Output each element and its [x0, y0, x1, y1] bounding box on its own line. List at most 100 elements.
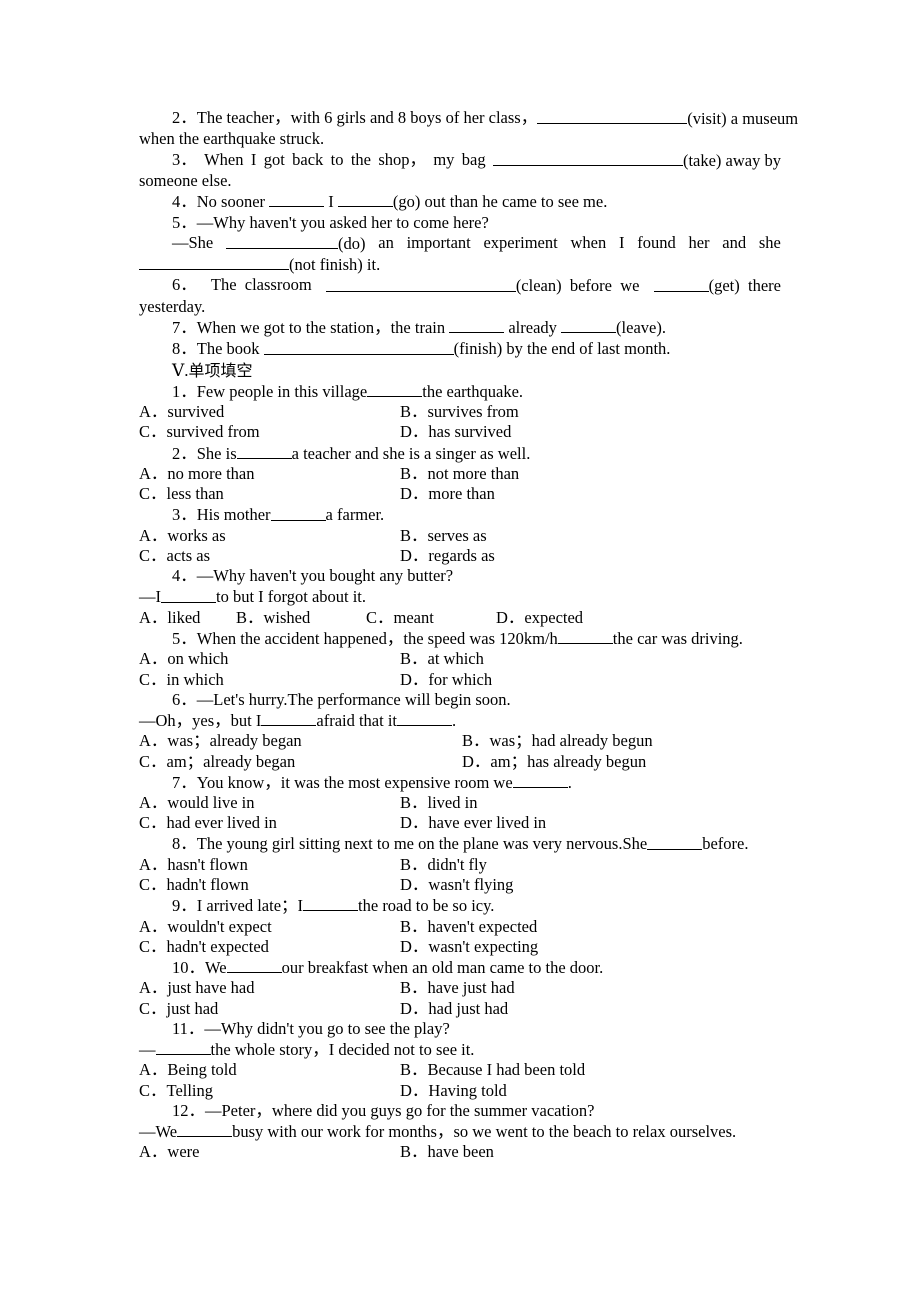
- mc-4-blank[interactable]: [161, 586, 216, 603]
- mc-11-option-b[interactable]: B．Because I had been told: [400, 1060, 585, 1080]
- fill-item-4-blank-2[interactable]: [337, 191, 393, 208]
- mc-10-option-c[interactable]: C．just had: [139, 999, 400, 1019]
- mc-3-option-c[interactable]: C．acts as: [139, 546, 400, 566]
- mc-6-dialog-q: —Let's hurry.The performance will begin …: [196, 689, 511, 709]
- mc-6-option-a[interactable]: A．was；already began: [139, 731, 462, 751]
- mc-5-option-c[interactable]: C．in which: [139, 670, 400, 690]
- mc-9-option-a[interactable]: A．wouldn't expect: [139, 917, 400, 937]
- mc-2-option-b[interactable]: B．not more than: [400, 464, 519, 484]
- mc-12-dialog-q: —Peter，where did you guys go for the sum…: [205, 1100, 595, 1120]
- mc-5-option-a-label: A．: [139, 649, 168, 669]
- mc-12-option-a[interactable]: A．were: [139, 1142, 400, 1162]
- mc-6-option-b[interactable]: B．was；had already begun: [462, 731, 653, 751]
- mc-5-option-b[interactable]: B．at which: [400, 649, 484, 669]
- mc-9-option-c[interactable]: C．hadn't expected: [139, 937, 400, 957]
- mc-8-option-b[interactable]: B．didn't fly: [400, 855, 487, 875]
- mc-5-option-c-label: C．: [139, 669, 167, 689]
- mc-8-option-d[interactable]: D．wasn't flying: [400, 875, 513, 895]
- mc-8-option-a[interactable]: A．hasn't flown: [139, 855, 400, 875]
- fill-item-7-blank-2[interactable]: [561, 317, 617, 334]
- fill-item-2-blank[interactable]: (visit) a museum: [537, 108, 798, 129]
- mc-question-6-options-row2: C．am；already began D．am；has already begu…: [139, 752, 781, 772]
- mc-1-option-a[interactable]: A．survived: [139, 402, 400, 422]
- mc-10-option-b[interactable]: B．have just had: [400, 978, 515, 998]
- mc-4-option-d[interactable]: D．expected: [496, 608, 583, 628]
- mc-5-stem-b: the car was driving.: [612, 629, 743, 649]
- mc-11-blank[interactable]: [155, 1039, 211, 1056]
- mc-11-option-b-label: B．: [400, 1060, 428, 1080]
- mc-9-blank[interactable]: [303, 895, 359, 912]
- mc-9-option-d[interactable]: D．wasn't expecting: [400, 937, 538, 957]
- mc-question-2-options-row1: A．no more than B．not more than: [139, 464, 781, 484]
- fill-item-3-line1: 3． When I got back to the shop， my bag (…: [139, 150, 781, 171]
- mc-10-stem-b: our breakfast when an old man came to th…: [281, 958, 604, 978]
- fill-item-6-head: The classroom: [210, 275, 312, 295]
- mc-7-option-d[interactable]: D．have ever lived in: [400, 813, 546, 833]
- mc-11-option-a[interactable]: A．Being told: [139, 1060, 400, 1080]
- mc-7-option-a[interactable]: A．would live in: [139, 793, 400, 813]
- mc-10-blank[interactable]: [226, 957, 282, 974]
- mc-10-option-a[interactable]: A．just have had: [139, 978, 400, 998]
- mc-11-option-c[interactable]: C．Telling: [139, 1081, 400, 1101]
- mc-1-blank[interactable]: [367, 381, 423, 397]
- mc-4-option-c[interactable]: C．meant: [366, 608, 496, 628]
- mc-3-option-d[interactable]: D．regards as: [400, 546, 495, 566]
- mc-5-blank[interactable]: [557, 628, 613, 645]
- mc-8-option-c[interactable]: C．hadn't flown: [139, 875, 400, 895]
- mc-7-option-b[interactable]: B．lived in: [400, 793, 477, 813]
- mc-4-option-b[interactable]: B．wished: [236, 608, 366, 628]
- mc-9-option-b-label: B．: [400, 916, 428, 936]
- mc-3-option-a[interactable]: A．works as: [139, 526, 400, 546]
- mc-2-option-d[interactable]: D．more than: [400, 484, 495, 504]
- mc-3-blank[interactable]: [270, 504, 326, 521]
- mc-11-option-d-text: Having told: [428, 1080, 507, 1100]
- mc-9-option-b[interactable]: B．haven't expected: [400, 917, 537, 937]
- fill-item-2-text-b: with 6 girls and 8 boys of her class，: [290, 108, 538, 127]
- fill-item-8-blank[interactable]: [263, 338, 454, 355]
- mc-11-option-d[interactable]: D．Having told: [400, 1081, 507, 1101]
- fill-item-5-blank-1[interactable]: (do): [226, 233, 366, 254]
- fill-item-4-blank-1[interactable]: [269, 191, 325, 208]
- mc-2-option-a[interactable]: A．no more than: [139, 464, 400, 484]
- mc-12-option-b[interactable]: B．have been: [400, 1142, 494, 1162]
- fill-item-6-blank-2[interactable]: (get) there: [653, 275, 781, 296]
- fill-item-6-blank-1[interactable]: (clean) before we: [325, 275, 639, 296]
- mc-12-option-b-label: B．: [400, 1142, 428, 1162]
- fill-item-7-number: 7．: [172, 318, 197, 338]
- mc-9-option-d-label: D．: [400, 936, 429, 956]
- mc-8-number: 8．: [172, 834, 197, 854]
- fill-item-3-w1: When: [204, 149, 244, 169]
- fill-item-3-blank[interactable]: (take) away by: [492, 150, 781, 171]
- fill-item-7-blank-1[interactable]: [449, 317, 505, 334]
- mc-8-option-a-label: A．: [139, 854, 168, 874]
- mc-5-option-d[interactable]: D．for which: [400, 670, 492, 690]
- fill-item-4: 4．No sooner I (go) out than he came to s…: [139, 191, 781, 212]
- fill-item-5-blank-2[interactable]: [139, 254, 289, 271]
- mc-1-option-c[interactable]: C．survived from: [139, 422, 400, 442]
- mc-3-option-b-text: serves as: [427, 525, 487, 545]
- mc-2-option-c[interactable]: C．less than: [139, 484, 400, 504]
- mc-12-blank[interactable]: [177, 1121, 233, 1138]
- mc-6-option-d[interactable]: D．am；has already begun: [462, 752, 646, 772]
- mc-2-blank[interactable]: [236, 443, 292, 459]
- mc-3-option-d-label: D．: [400, 545, 429, 565]
- mc-1-option-d[interactable]: D．has survived: [400, 422, 511, 442]
- mc-10-option-c-text: just had: [166, 998, 219, 1018]
- mc-3-option-b[interactable]: B．serves as: [400, 526, 487, 546]
- mc-1-option-b[interactable]: B．survives from: [400, 402, 519, 422]
- mc-question-4-options-row: A．liked B．wished C．meant D．expected: [139, 608, 781, 628]
- mc-4-option-a[interactable]: A．liked: [139, 608, 236, 628]
- mc-6-option-c[interactable]: C．am；already began: [139, 752, 462, 772]
- mc-10-option-b-text: have just had: [427, 978, 515, 998]
- mc-1-option-b-text: survives from: [427, 402, 519, 422]
- mc-7-blank[interactable]: [512, 772, 568, 788]
- mc-5-option-a[interactable]: A．on which: [139, 649, 400, 669]
- mc-8-blank[interactable]: [647, 833, 703, 850]
- mc-10-option-d[interactable]: D．had just had: [400, 999, 508, 1019]
- mc-6-blank-1[interactable]: [261, 710, 317, 727]
- mc-6-blank-2[interactable]: [397, 710, 453, 727]
- fill-item-5-w1: an: [378, 232, 394, 252]
- mc-9-stem-b: the road to be so icy.: [358, 896, 495, 916]
- mc-7-number: 7．: [172, 772, 197, 792]
- mc-7-option-c[interactable]: C．had ever lived in: [139, 813, 400, 833]
